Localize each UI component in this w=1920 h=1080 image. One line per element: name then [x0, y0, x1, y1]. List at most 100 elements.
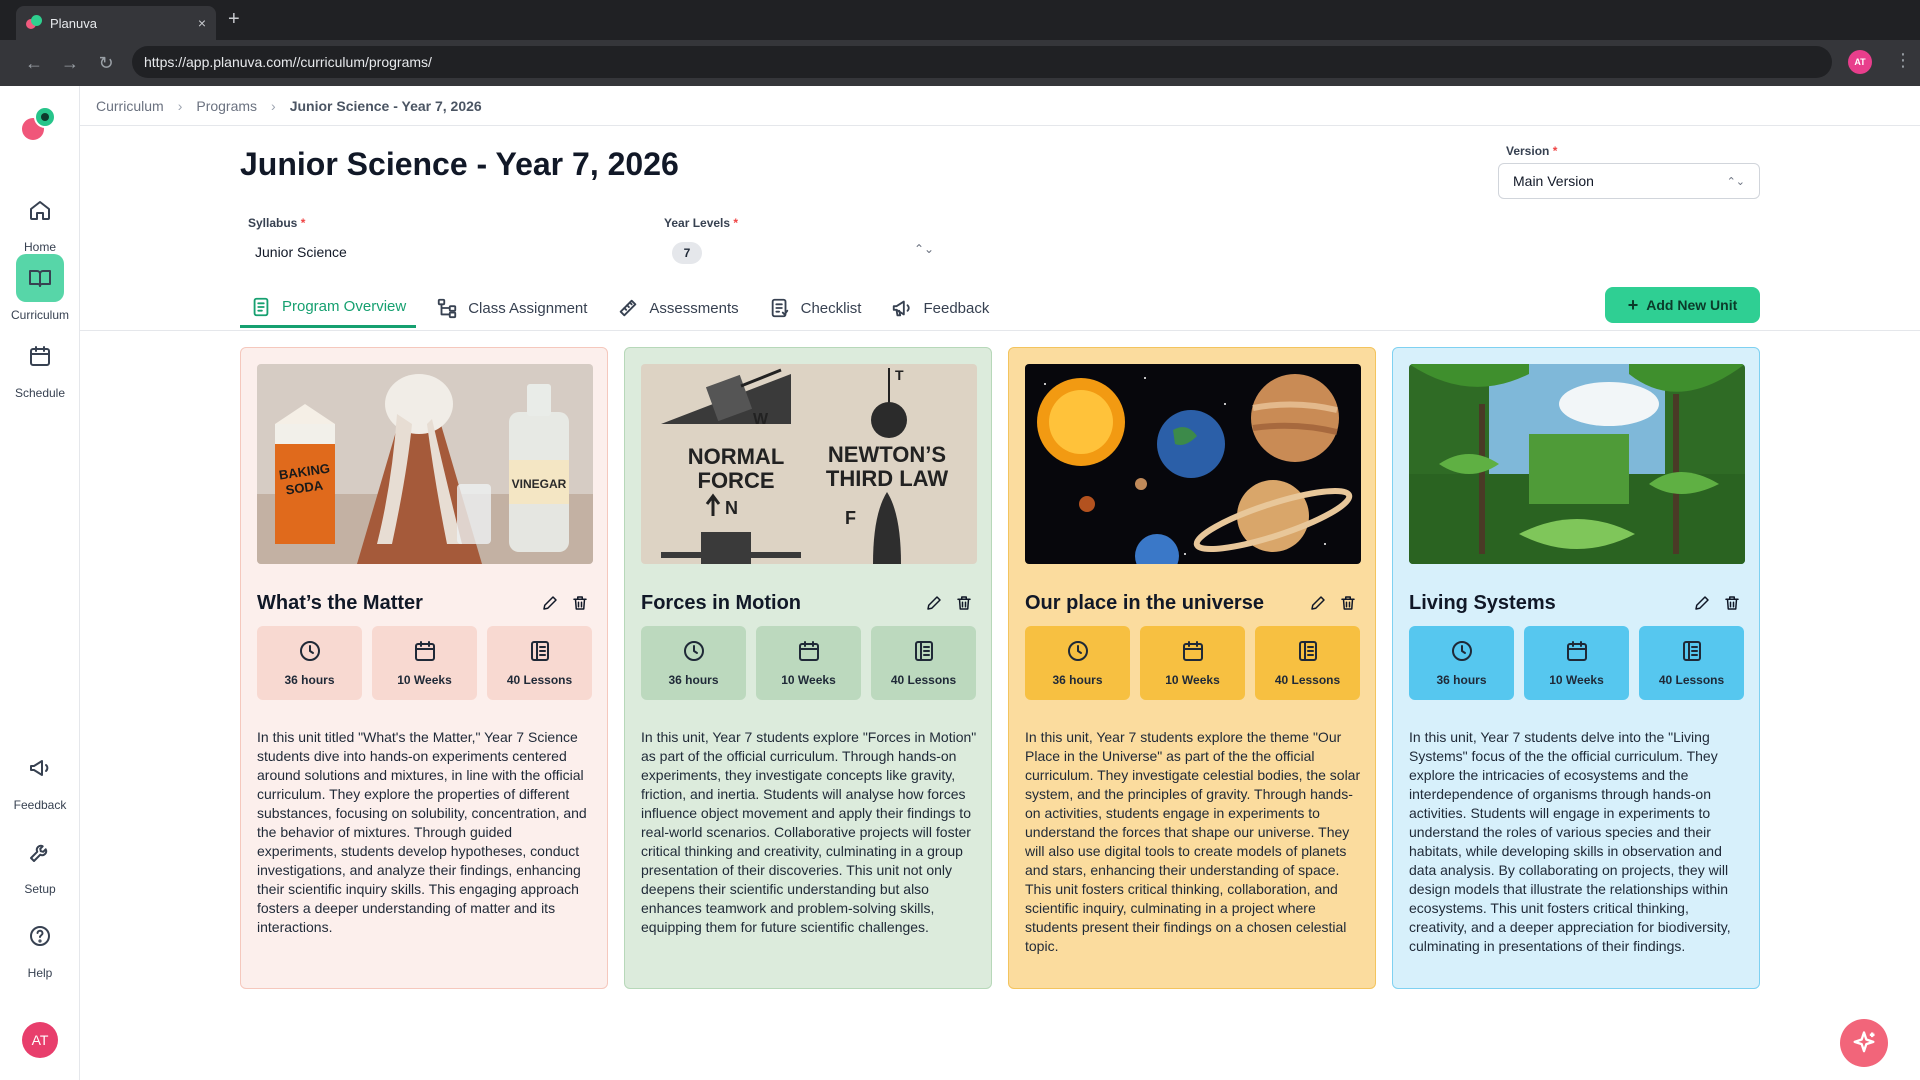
svg-text:N: N — [725, 498, 738, 518]
trash-icon[interactable] — [571, 594, 589, 612]
sidebar-item-home[interactable]: Home — [0, 186, 80, 254]
version-select[interactable]: Main Version ⌃⌄ — [1498, 163, 1760, 199]
svg-text:VINEGAR: VINEGAR — [512, 477, 567, 491]
unit-weeks-stat: 10 Weeks — [1524, 626, 1629, 700]
new-tab-icon[interactable]: + — [228, 8, 240, 31]
url-input[interactable]: https://app.planuva.com//curriculum/prog… — [132, 46, 1832, 78]
home-icon — [16, 186, 64, 234]
select-chevron-icon[interactable]: ⌃⌄ — [914, 242, 934, 256]
sidebar-item-schedule[interactable]: Schedule — [0, 332, 80, 400]
unit-card[interactable]: Our place in the universe 36 hours 10 We… — [1008, 347, 1376, 989]
help-icon — [16, 912, 64, 960]
clock-icon — [683, 641, 704, 661]
back-arrow-icon[interactable]: ← — [16, 53, 52, 74]
ai-assistant-button[interactable] — [1840, 1019, 1888, 1067]
wrench-icon — [16, 828, 64, 876]
unit-weeks-stat: 10 Weeks — [372, 626, 477, 700]
unit-card[interactable]: W NORMAL FORCE N T NEWTON’S THIRD LAW F … — [624, 347, 992, 989]
sidebar-item-label: Schedule — [14, 386, 66, 400]
tab-checklist[interactable]: Checklist — [759, 288, 872, 328]
unit-description: In this unit, Year 7 students explore "F… — [641, 729, 977, 935]
browser-tab[interactable]: Planuva × — [16, 6, 216, 40]
app-logo-icon[interactable] — [22, 106, 58, 142]
tabs-divider — [80, 330, 1920, 331]
calendar-icon — [414, 641, 435, 661]
tab-class-assignment[interactable]: Class Assignment — [426, 288, 597, 328]
notebook-icon — [1298, 641, 1317, 661]
edit-pencil-icon[interactable] — [1693, 594, 1711, 612]
sidebar-item-curriculum[interactable]: Curriculum — [0, 254, 80, 322]
chevron-right-icon: › — [271, 97, 276, 114]
browser-tab-title: Planuva — [50, 15, 97, 31]
sparkle-icon — [1853, 1031, 1875, 1053]
clock-icon — [1067, 641, 1088, 661]
unit-title: What’s the Matter — [257, 592, 423, 614]
unit-card[interactable]: BAKING SODA VINEGAR What’s the Matter 36… — [240, 347, 608, 989]
document-icon — [253, 297, 269, 316]
svg-text:W: W — [753, 411, 769, 428]
unit-card[interactable]: Living Systems 36 hours 10 Weeks 40 Less… — [1392, 347, 1760, 989]
trash-icon[interactable] — [1339, 594, 1357, 612]
notebook-icon — [530, 641, 549, 661]
unit-lessons-stat: 40 Lessons — [487, 626, 592, 700]
year-level-chip[interactable]: 7 — [672, 242, 702, 264]
sidebar-item-feedback[interactable]: Feedback — [0, 744, 80, 812]
unit-title: Living Systems — [1409, 592, 1556, 614]
unit-image-solar-system — [1025, 364, 1361, 564]
browser-address-bar: ← → ↻ https://app.planuva.com//curriculu… — [0, 40, 1920, 86]
user-avatar[interactable]: AT — [22, 1022, 58, 1058]
chevron-right-icon: › — [177, 97, 183, 114]
sidebar: Home Curriculum Schedule Feedback Setup … — [0, 86, 80, 1080]
edit-pencil-icon[interactable] — [925, 594, 943, 612]
svg-text:NORMAL: NORMAL — [688, 444, 785, 469]
tab-assessments[interactable]: Assessments — [607, 288, 748, 328]
hierarchy-icon — [438, 298, 457, 319]
svg-text:NEWTON’S: NEWTON’S — [828, 442, 946, 467]
unit-weeks-stat: 10 Weeks — [1140, 626, 1245, 700]
select-chevron-icon: ⌃⌄ — [1726, 175, 1745, 188]
megaphone-icon — [16, 744, 64, 792]
tab-feedback[interactable]: Feedback — [881, 288, 999, 328]
unit-hours-stat: 36 hours — [257, 626, 362, 700]
browser-profile-avatar[interactable]: AT — [1848, 50, 1872, 74]
add-new-unit-button[interactable]: + Add New Unit — [1605, 287, 1760, 323]
checklist-icon — [771, 298, 788, 318]
edit-pencil-icon[interactable] — [541, 594, 559, 612]
syllabus-field[interactable]: Junior Science — [255, 244, 347, 260]
breadcrumb-programs[interactable]: Programs — [196, 98, 257, 114]
calendar-icon — [1182, 641, 1203, 661]
sidebar-item-help[interactable]: Help — [0, 912, 80, 980]
close-tab-icon[interactable]: × — [198, 15, 206, 31]
clock-icon — [1451, 641, 1472, 661]
trash-icon[interactable] — [1723, 594, 1741, 612]
sidebar-item-label: Home — [23, 240, 56, 254]
tab-program-overview[interactable]: Program Overview — [240, 288, 417, 328]
planuva-favicon-icon — [26, 15, 42, 31]
svg-text:F: F — [845, 508, 856, 528]
version-label: Version * — [1506, 144, 1558, 158]
year-levels-label: Year Levels * — [664, 216, 739, 230]
breadcrumb-curriculum[interactable]: Curriculum — [96, 98, 164, 114]
unit-lessons-stat: 40 Lessons — [1639, 626, 1744, 700]
reload-icon[interactable]: ↻ — [88, 53, 124, 74]
sidebar-item-label: Help — [27, 966, 53, 980]
svg-text:THIRD LAW: THIRD LAW — [826, 466, 948, 491]
browser-menu-icon[interactable]: ⋮ — [1894, 50, 1912, 71]
unit-title: Our place in the universe — [1025, 592, 1264, 614]
browser-tab-bar: Planuva × + — [0, 0, 1920, 40]
unit-lessons-stat: 40 Lessons — [871, 626, 976, 700]
ruler-icon — [620, 299, 637, 317]
unit-lessons-stat: 40 Lessons — [1255, 626, 1360, 700]
plus-icon: + — [1627, 294, 1639, 315]
edit-pencil-icon[interactable] — [1309, 594, 1327, 612]
sidebar-item-setup[interactable]: Setup — [0, 828, 80, 896]
book-icon — [16, 254, 64, 302]
sidebar-item-label: Setup — [24, 882, 56, 896]
unit-description: In this unit titled "What's the Matter,"… — [257, 729, 587, 935]
breadcrumb-current: Junior Science - Year 7, 2026 — [289, 97, 482, 114]
forward-arrow-icon[interactable]: → — [52, 53, 88, 74]
unit-title: Forces in Motion — [641, 592, 801, 614]
program-tabs: Program Overview Class Assignment Assess… — [240, 288, 1009, 328]
calendar-icon — [16, 332, 64, 380]
trash-icon[interactable] — [955, 594, 973, 612]
